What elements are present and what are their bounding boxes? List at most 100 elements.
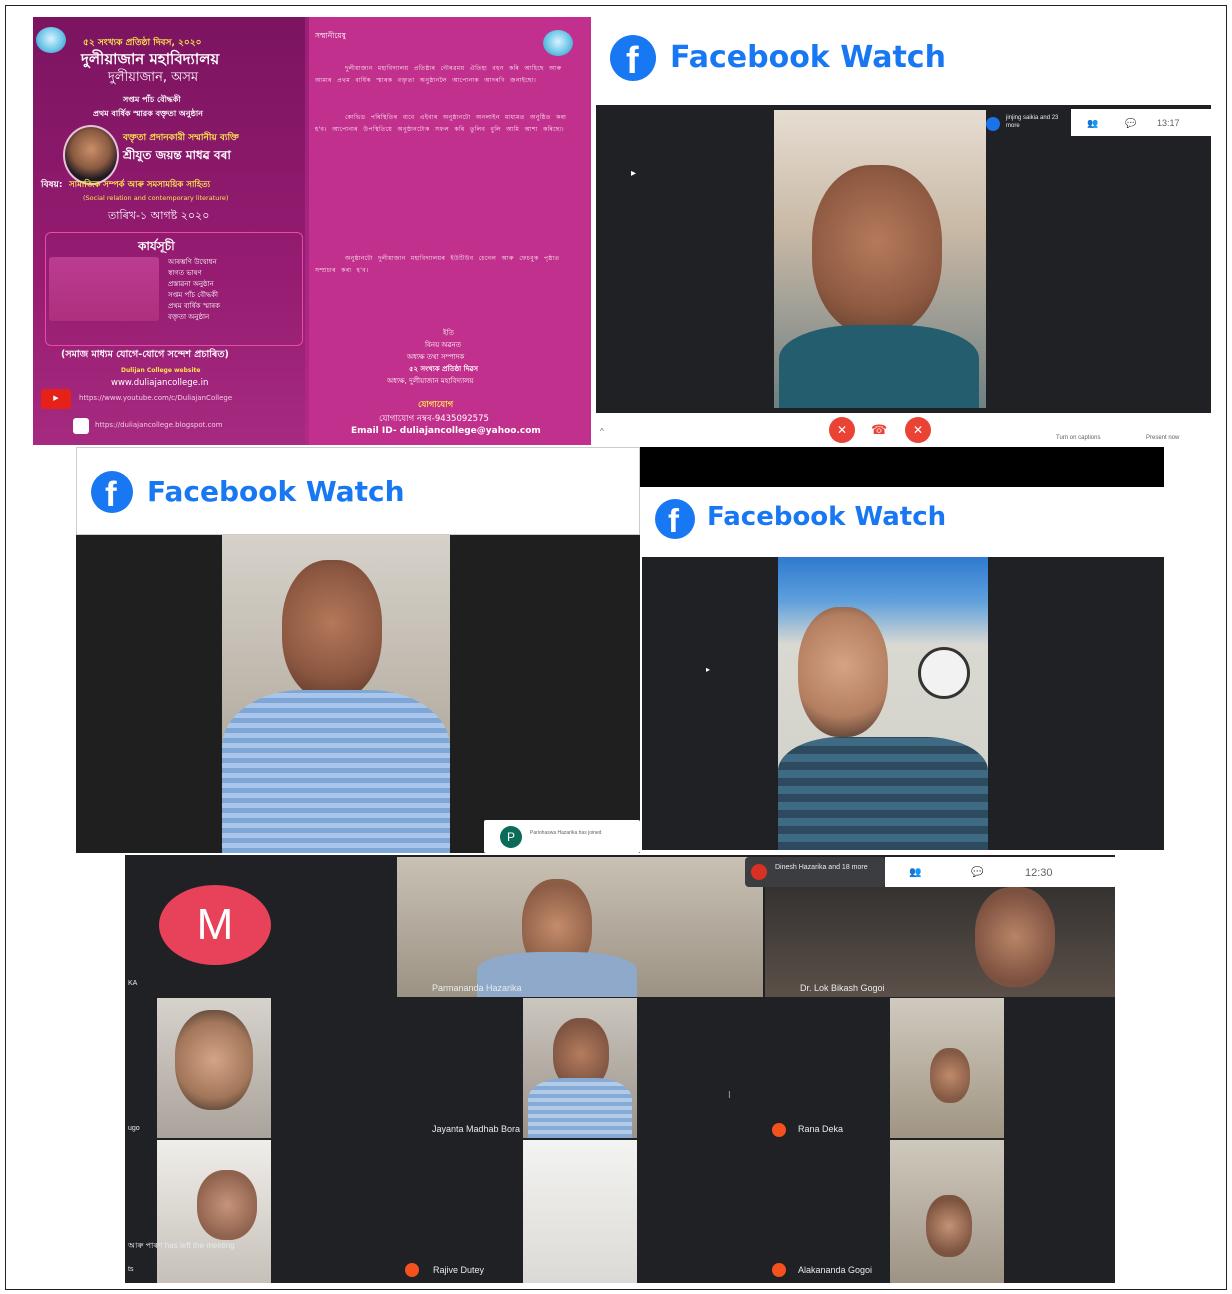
participant-name: Dr. Lok Bikash Gogoi — [800, 983, 885, 993]
participant-shirt — [222, 690, 450, 853]
poster-program: সপ্তম পাঁচ বৌদ্ধকী — [123, 95, 181, 104]
blogger-icon — [73, 418, 89, 434]
letter-sign: অধ্যক্ষ, দুলীয়াজান মহাবিদ্যালয় — [387, 377, 474, 385]
participant-name: Jayanta Madhab Bora — [432, 1124, 521, 1134]
letter-greeting: সম্মানীয়েষু — [315, 31, 346, 40]
participant-face — [926, 1195, 972, 1257]
poster-email: Email ID- duliajancollege@yahoo.com — [351, 426, 541, 436]
college-logo-icon — [36, 27, 66, 53]
participant-tile[interactable] — [523, 1140, 637, 1283]
camera-off-button[interactable]: ✕ — [905, 417, 931, 443]
speaker-portrait — [63, 125, 119, 185]
event-poster: ৫২ সংখ্যক প্রতিষ্ঠা দিবস, ২০২০ দুলীয়াজা… — [33, 17, 591, 445]
poster-subject-en: (Social relation and contemporary litera… — [83, 194, 229, 202]
meet-video-area: ▸ — [642, 557, 1164, 850]
poster-website-label: Dulijan College website — [121, 367, 201, 374]
join-notification: P Pariohaswa Hazarika has joined — [484, 820, 640, 853]
participant-tile[interactable] — [157, 998, 271, 1138]
meet-top-bar: 👥 💬 13:17 — [1071, 109, 1211, 136]
fb-header: f Facebook Watch — [642, 487, 1164, 557]
poster-phone: যোগাযোগ নম্বৰ-9435092575 — [379, 414, 489, 424]
poster-subject: সামাজিক সম্পৰ্ক আৰু সমসাময়িক সাহিত্য — [69, 180, 211, 190]
letter-sign: ইতি — [443, 329, 454, 337]
poster-social-note: (সমাজ মাধ্যম যোগে-যোগে সন্দেশ প্ৰচাৰিত) — [61, 349, 229, 360]
participant-tile[interactable] — [523, 998, 637, 1138]
letter-sign: বিনয় অৱনত — [425, 341, 462, 349]
caret-icon: ^ — [600, 427, 604, 436]
fb-header: f Facebook Watch — [76, 447, 640, 535]
agenda-item: প্ৰস্তাৱনা অনুষ্ঠান — [168, 280, 214, 288]
cursor-icon: ▸ — [706, 665, 711, 674]
participants-count: jinjing saikia and 23 more — [1006, 115, 1059, 129]
poster-program-2: প্রথম বার্ষিক স্মারক বক্তৃতা অনুষ্ঠান — [93, 109, 203, 118]
letter-paragraph: অনুষ্ঠানটো দুলীয়াজান মহাবিদ্যালয়ৰ ইউটি… — [315, 255, 560, 274]
participants-count: Dinesh Hazarika and 18 more — [775, 864, 868, 871]
letter-sign: ৫২ সংখ্যক প্ৰতিষ্ঠা দিৱস — [409, 365, 479, 373]
agenda-item: আৰম্ভণি উদ্বোধন — [168, 258, 217, 266]
participant-shirt — [778, 737, 988, 850]
participant-tile[interactable] — [157, 1140, 271, 1283]
college-logo-icon — [543, 30, 573, 56]
wall-clock-icon — [918, 647, 970, 699]
participant-face — [930, 1048, 970, 1103]
agenda-item: সপ্তম পাঁচ বৌদ্ধকী — [168, 291, 219, 299]
cursor-icon: I — [728, 1090, 731, 1101]
poster-date: তাৰিখ-১ আগষ্ট ২০২০ — [108, 209, 210, 222]
fb-watch-title: Facebook Watch — [707, 502, 947, 532]
agenda-title: কাৰ্যসূচী — [138, 239, 175, 253]
left-meeting-message: আৰু পাৰণ has left the meeting — [128, 1241, 235, 1250]
avatar — [751, 864, 767, 880]
participant-tile[interactable]: Parmananda Hazarika — [397, 857, 763, 997]
chat-icon[interactable]: 💬 — [971, 867, 983, 878]
agenda-item: বক্তৃতা অনুষ্ঠান — [168, 313, 210, 321]
poster-contact-label: যোগাযোগ — [418, 400, 454, 410]
speaker-video-feed — [222, 535, 450, 853]
participant-shirt — [528, 1078, 632, 1138]
meet-video-area: ▸ jinjing saikia and 23 more — [596, 105, 1211, 413]
poster-blog: https://duliajancollege.blogspot.com — [95, 421, 223, 429]
facebook-icon: f — [610, 35, 656, 82]
facebook-icon: f — [91, 471, 133, 514]
agenda-times-block — [49, 257, 159, 321]
join-message: Pariohaswa Hazarika has joined — [530, 830, 602, 836]
chat-icon[interactable]: 💬 — [1125, 118, 1136, 129]
letter-paragraph: কোভিড পৰিস্থিতিৰ বাবে এইবাৰ অনুষ্ঠানটো অ… — [315, 114, 567, 133]
captions-button[interactable]: Turn on captions — [1056, 435, 1100, 441]
meeting-time: 12:30 — [1025, 867, 1053, 879]
edge-label: ugo — [128, 1125, 140, 1132]
meet-video-area: P Pariohaswa Hazarika has joined — [76, 535, 640, 853]
avatar — [772, 1123, 786, 1137]
participant-name: Alakananda Gogoi — [798, 1265, 873, 1275]
participant-tile[interactable] — [890, 1140, 1004, 1283]
poster-subject-label: বিষয়: — [41, 180, 63, 190]
participants-icon[interactable]: 👥 — [1087, 118, 1098, 129]
meet-top-bar: 👥 💬 12:30 — [885, 857, 1115, 887]
participants-icon[interactable]: 👥 — [909, 867, 921, 878]
participant-tile[interactable] — [890, 998, 1004, 1138]
meeting-time: 13:17 — [1157, 118, 1180, 128]
poster-website: www.duliajancollege.in — [111, 378, 209, 388]
fb-watch-title: Facebook Watch — [147, 475, 405, 508]
avatar: P — [500, 826, 522, 848]
cursor-icon: ▸ — [631, 168, 637, 179]
poster-speaker-name: শ্ৰীযুত জয়ন্ত মাধৱ বৰা — [123, 148, 231, 162]
poster-speaker-label: বক্তৃতা প্রদানকারী সম্মানীয় ব্যক্তি — [123, 133, 239, 143]
fb-watch-title: Facebook Watch — [670, 40, 946, 75]
fb-header: f Facebook Watch — [596, 17, 1211, 105]
participants-chip[interactable]: Dinesh Hazarika and 18 more — [745, 857, 885, 887]
poster-place: দুলীয়াজান, অসম — [108, 70, 199, 85]
participant-face — [975, 887, 1055, 987]
participant-name: Rana Deka — [798, 1124, 844, 1134]
edge-label: ts — [128, 1266, 134, 1273]
avatar — [772, 1263, 786, 1277]
participant-face — [798, 607, 888, 737]
avatar — [986, 117, 1000, 131]
mic-off-button[interactable]: ✕ — [829, 417, 855, 443]
participant-face — [812, 165, 942, 335]
participant-name: Parmananda Hazarika — [432, 983, 522, 993]
present-button[interactable]: Present now — [1146, 435, 1179, 441]
hangup-button[interactable]: ☎ — [871, 422, 887, 438]
meet-grid-view: M KA Parmananda Hazarika Dr. Lok Bikash … — [125, 855, 1115, 1283]
black-banner — [640, 447, 1164, 487]
avatar — [405, 1263, 419, 1277]
